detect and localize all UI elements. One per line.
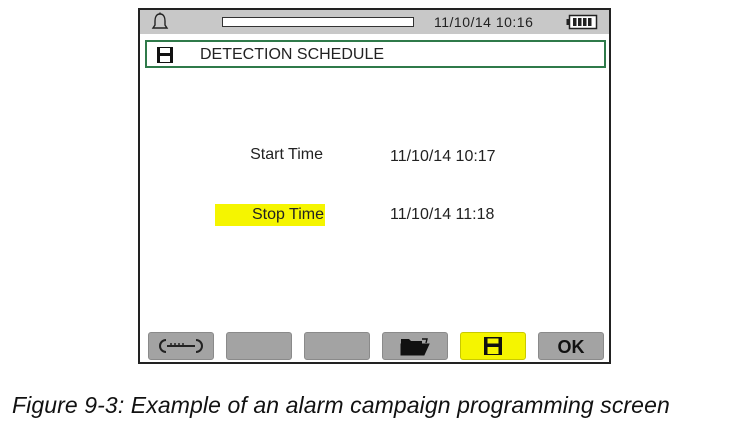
ok-label: OK xyxy=(557,337,585,357)
save-softkey[interactable] xyxy=(460,332,526,360)
start-time-value[interactable]: 11/10/14 10:17 xyxy=(390,148,496,166)
open-folder-icon xyxy=(400,338,430,356)
battery-icon xyxy=(566,14,598,30)
device-screen: 11/10/14 10:16 DETECTION SCHEDULE Start … xyxy=(138,8,611,364)
blank-softkey-2[interactable] xyxy=(304,332,370,360)
stop-time-value[interactable]: 11/10/14 11:18 xyxy=(390,206,494,224)
ok-softkey[interactable]: OK xyxy=(538,332,604,360)
stop-time-label[interactable]: Stop Time xyxy=(215,204,325,226)
settings-softkey[interactable] xyxy=(148,332,214,360)
wrench-icon xyxy=(159,339,203,353)
title-bar: DETECTION SCHEDULE xyxy=(145,40,606,68)
floppy-disk-icon xyxy=(156,46,174,64)
page-title: DETECTION SCHEDULE xyxy=(200,46,385,63)
blank-softkey-1[interactable] xyxy=(226,332,292,360)
bell-icon xyxy=(150,12,170,32)
floppy-disk-icon xyxy=(484,337,502,355)
open-softkey[interactable] xyxy=(382,332,448,360)
status-datetime: 11/10/14 10:16 xyxy=(434,14,534,30)
figure-caption: Figure 9-3: Example of an alarm campaign… xyxy=(12,392,670,418)
softkey-bar: OK xyxy=(140,332,609,360)
progress-bar xyxy=(222,17,414,27)
start-time-label[interactable]: Start Time xyxy=(250,146,323,164)
status-bar: 11/10/14 10:16 xyxy=(140,10,609,34)
